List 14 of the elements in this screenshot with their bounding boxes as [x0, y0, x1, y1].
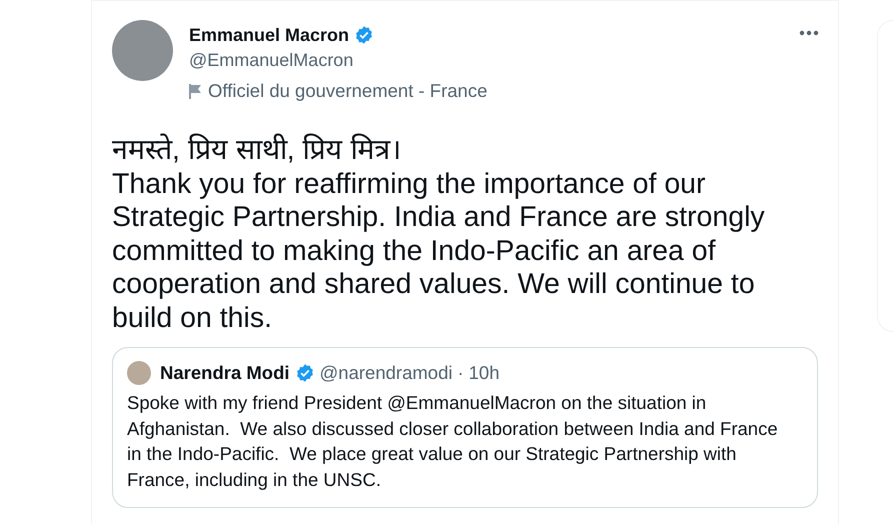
- more-options-icon[interactable]: [798, 29, 820, 37]
- author-handle[interactable]: @EmmanuelMacron: [189, 50, 488, 74]
- avatar-photo: [127, 361, 151, 385]
- author-name[interactable]: Emmanuel Macron: [189, 24, 350, 46]
- tweet-time: 10h: [468, 362, 500, 384]
- quoted-tweet-card[interactable]: [112, 347, 818, 508]
- tweet-text: Thank you for reaffirming the importance of our Strategic Partnership. India and France are strongly committed to making the Indo-Pacific an area of cooperation and shared values. We will continue to build on this.: [112, 168, 766, 335]
- greeting-text: नमस्ते, प्रिय साथी, प्रिय मित्र।: [112, 134, 403, 168]
- government-label: Officiel du gouvernement - France: [208, 80, 488, 102]
- quoted-tweet-text: Spoke with my friend President @EmmanuelMacron on the situation in Afghanistan. We also discussed closer collaboration between India and France in the Indo-Pacific. We place great value on our Strategic Partnership with France, including in the UNSC.: [127, 391, 779, 492]
- separator-dot: ·: [457, 362, 464, 384]
- quoted-author-handle: @narendramodi: [320, 362, 452, 384]
- flag-icon: [189, 84, 202, 98]
- quoted-author-name: Narendra Modi: [160, 362, 290, 384]
